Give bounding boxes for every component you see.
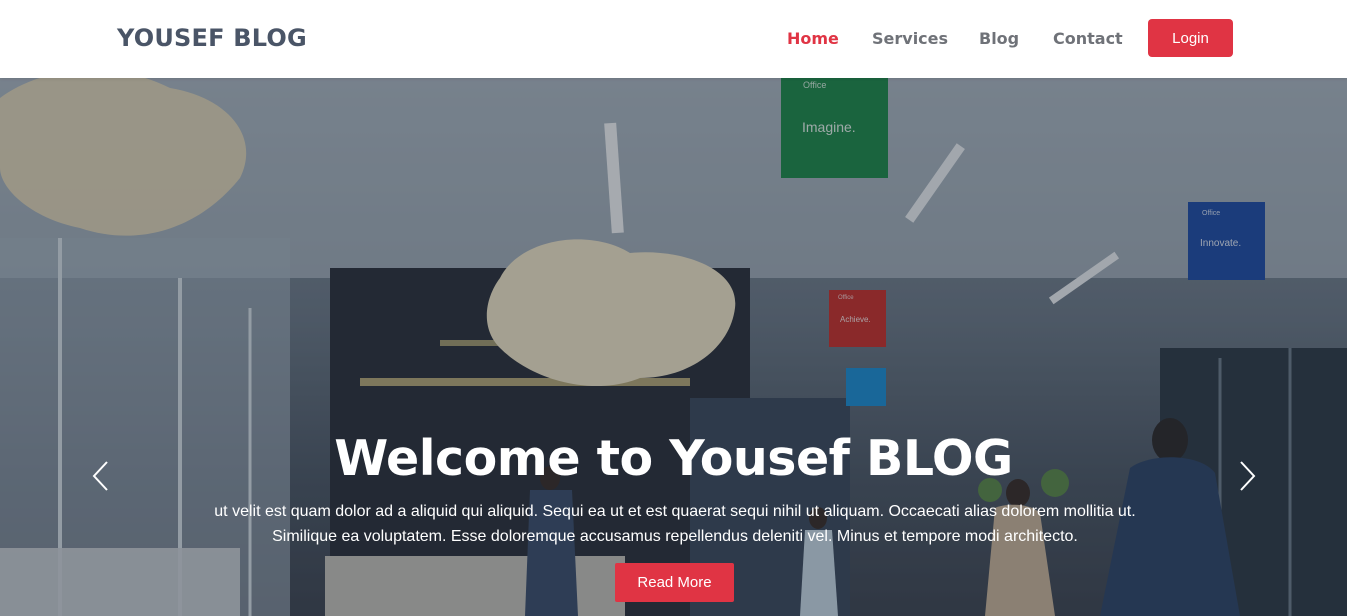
hero-carousel: Office Imagine. Office Innovate. Office … <box>0 78 1347 616</box>
nav-home[interactable]: Home <box>787 29 839 48</box>
hero-title: Welcome to Yousef BLOG <box>334 430 1013 487</box>
nav-blog[interactable]: Blog <box>979 29 1019 48</box>
nav-contact[interactable]: Contact <box>1053 29 1123 48</box>
read-more-button[interactable]: Read More <box>615 563 734 602</box>
login-button[interactable]: Login <box>1148 19 1233 57</box>
brand-logo[interactable]: YOUSEF BLOG <box>117 24 307 52</box>
navbar: YOUSEF BLOG Home Services Blog Contact L… <box>0 0 1347 78</box>
nav-services[interactable]: Services <box>872 29 948 48</box>
hero-description: ut velit est quam dolor ad a aliquid qui… <box>214 503 1136 545</box>
